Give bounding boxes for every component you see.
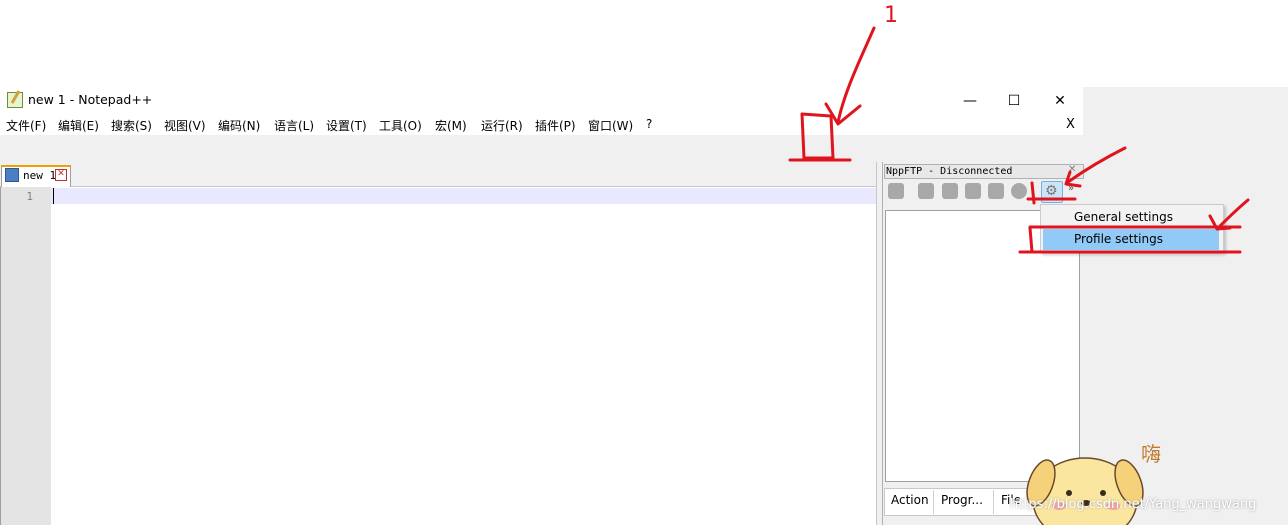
highlight-box-toolbar [800,112,835,160]
box-profile-left [1028,226,1034,254]
arrow-line-2 [1066,146,1127,184]
red-annotations: 1 [788,3,1250,254]
annotation-number-1: 1 [884,3,898,28]
tick-gear [1030,181,1036,205]
arrow-line-3 [1216,198,1250,230]
